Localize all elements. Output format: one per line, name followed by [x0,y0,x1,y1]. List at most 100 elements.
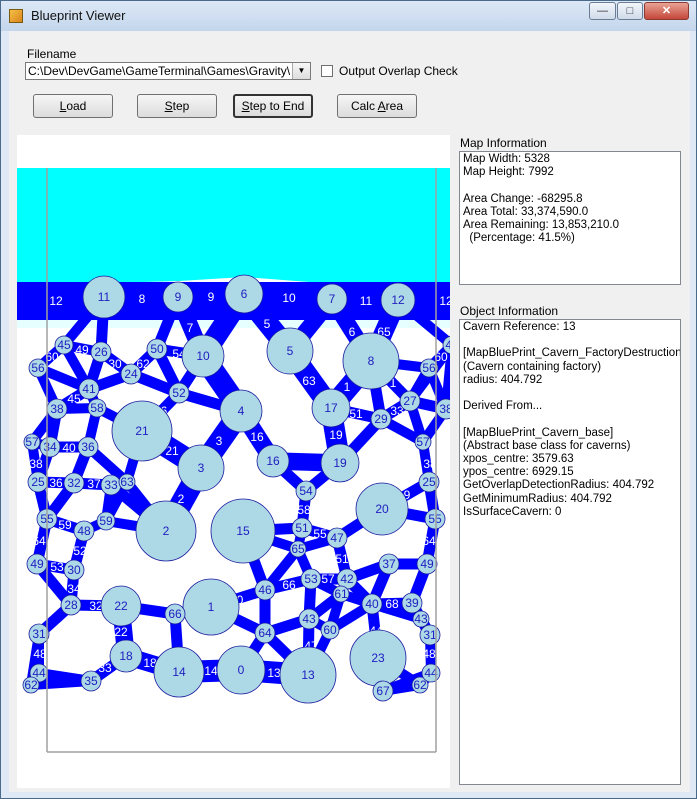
cavern-node[interactable]: 15 [210,498,276,564]
cavern-node[interactable]: 32 [63,472,85,494]
cavern-node[interactable]: 44 [421,663,441,683]
cavern-node[interactable]: 0 [216,645,266,695]
tunnel-label: 59 [58,518,72,532]
cavern-node[interactable]: 31 [419,624,441,646]
cavern-label: 19 [333,456,347,470]
tunnel-label: 5 [264,317,271,331]
chevron-down-icon[interactable]: ▼ [292,63,310,79]
cavern-node[interactable]: 18 [109,639,143,673]
cavern-node[interactable]: 66 [164,603,186,625]
cavern-node[interactable]: 43 [412,610,430,628]
cavern-node[interactable]: 2 [135,500,197,562]
cavern-node[interactable]: 65 [289,540,307,558]
cavern-node[interactable]: 11 [82,275,126,319]
cavern-node[interactable]: 22 [100,585,142,627]
cavern-node[interactable]: 37 [378,553,400,575]
cavern-node[interactable]: 10 [181,334,225,378]
cavern-node[interactable]: 50 [146,338,168,360]
cavern-node[interactable]: 49 [416,553,438,575]
step-to-end-button[interactable]: Step to End [233,94,313,118]
title-bar[interactable]: Blueprint Viewer — □ ✕ [1,1,696,31]
cavern-node[interactable]: 28 [60,594,82,616]
maximize-button[interactable]: □ [617,2,643,20]
cavern-node[interactable]: 56 [28,358,48,378]
cavern-node[interactable]: 27 [399,390,421,412]
cavern-node[interactable]: 54 [295,480,317,502]
cavern-node[interactable]: 59 [96,511,116,531]
cavern-node[interactable]: 43 [298,608,320,630]
cavern-node[interactable]: 46 [254,579,276,601]
cavern-node[interactable]: 20 [355,482,409,536]
object-info-line [463,413,677,426]
cavern-node[interactable]: 14 [153,646,205,698]
cavern-label: 24 [124,367,138,381]
cavern-node[interactable]: 5 [266,327,314,375]
cavern-node[interactable]: 19 [320,443,360,483]
cavern-node[interactable]: 47 [326,527,348,549]
calc-area-button[interactable]: Calc Area [337,94,417,118]
cavern-label: 56 [31,361,45,375]
cavern-node[interactable]: 52 [168,382,190,404]
cavern-node[interactable]: 8 [342,332,400,390]
cavern-node[interactable]: 16 [256,444,290,478]
cavern-node[interactable]: 31 [28,623,50,645]
cavern-node[interactable]: 45 [54,335,74,355]
cavern-node[interactable]: 64 [254,622,276,644]
cavern-node[interactable]: 12 [380,282,416,318]
cavern-node[interactable]: 53 [300,568,322,590]
cavern-node[interactable]: 17 [311,388,351,428]
cavern-node[interactable]: 35 [80,670,102,692]
load-button[interactable]: Load [33,94,113,118]
cavern-node[interactable]: 58 [87,398,107,418]
cavern-node[interactable]: 6 [224,274,264,314]
overlap-check-label[interactable]: Output Overlap Check [339,64,458,78]
cavern-node[interactable]: 61 [332,585,350,603]
cavern-label: 11 [98,290,111,304]
cavern-node[interactable]: 9 [162,281,194,313]
map-information-textbox[interactable]: Map Width: 5328 Map Height: 7992 Area Cha… [459,151,681,285]
tunnel-label: 0 [222,632,229,646]
cavern-node[interactable]: 26 [90,341,112,363]
overlap-check-checkbox[interactable] [321,65,333,77]
cavern-node[interactable]: 38 [46,398,68,420]
object-info-line: (Cavern containing factory) [463,360,602,373]
cavern-node[interactable]: 63 [118,473,136,491]
cavern-node[interactable]: 67 [372,680,394,702]
cavern-node[interactable]: 39 [401,592,423,614]
cavern-node[interactable]: 3 [177,444,225,492]
cavern-label: 43 [302,612,316,626]
cavern-node[interactable]: 25 [27,471,49,493]
cavern-node[interactable]: 62 [22,676,40,694]
filename-combobox[interactable]: C:\Dev\DevGame\GameTerminal\Games\Gravit… [25,62,311,80]
step-button[interactable]: Step [137,94,217,118]
cavern-node[interactable]: 21 [111,400,173,462]
cavern-node[interactable]: 57 [414,433,432,451]
cavern-node[interactable]: 36 [77,436,99,458]
cavern-node[interactable]: 29 [370,408,392,430]
cavern-node[interactable]: 4 [219,389,263,433]
cavern-node[interactable]: 51 [291,517,313,539]
cavern-node[interactable]: 55 [424,508,446,530]
cavern-node[interactable]: 33 [100,474,122,496]
map-panel[interactable]: 1289101112756656049306254266341145286513… [17,135,462,788]
cavern-label: 23 [371,651,385,665]
cavern-node[interactable]: 48 [73,520,95,542]
cavern-node[interactable]: 23 [349,629,407,687]
object-information-textbox[interactable]: Cavern Reference: 13 [MapBluePrint_Caver… [459,319,681,785]
cavern-node[interactable]: 49 [26,553,48,575]
cavern-label: 39 [405,596,419,610]
map-canvas[interactable]: 1289101112756656049306254266341145286513… [17,135,462,788]
cavern-node[interactable]: 34 [39,436,61,458]
cavern-node[interactable]: 30 [63,559,85,581]
cavern-node[interactable]: 7 [316,283,348,315]
cavern-node[interactable]: 13 [279,646,337,704]
minimize-button[interactable]: — [589,2,616,20]
cavern-node[interactable]: 1 [182,578,240,636]
cavern-node[interactable]: 40 [361,593,383,615]
cavern-node[interactable]: 41 [78,378,100,400]
cavern-label: 49 [420,557,434,571]
cavern-node[interactable]: 57 [23,433,41,451]
cavern-node[interactable]: 60 [320,620,340,640]
close-button[interactable]: ✕ [644,2,689,20]
cavern-node[interactable]: 24 [120,363,142,385]
